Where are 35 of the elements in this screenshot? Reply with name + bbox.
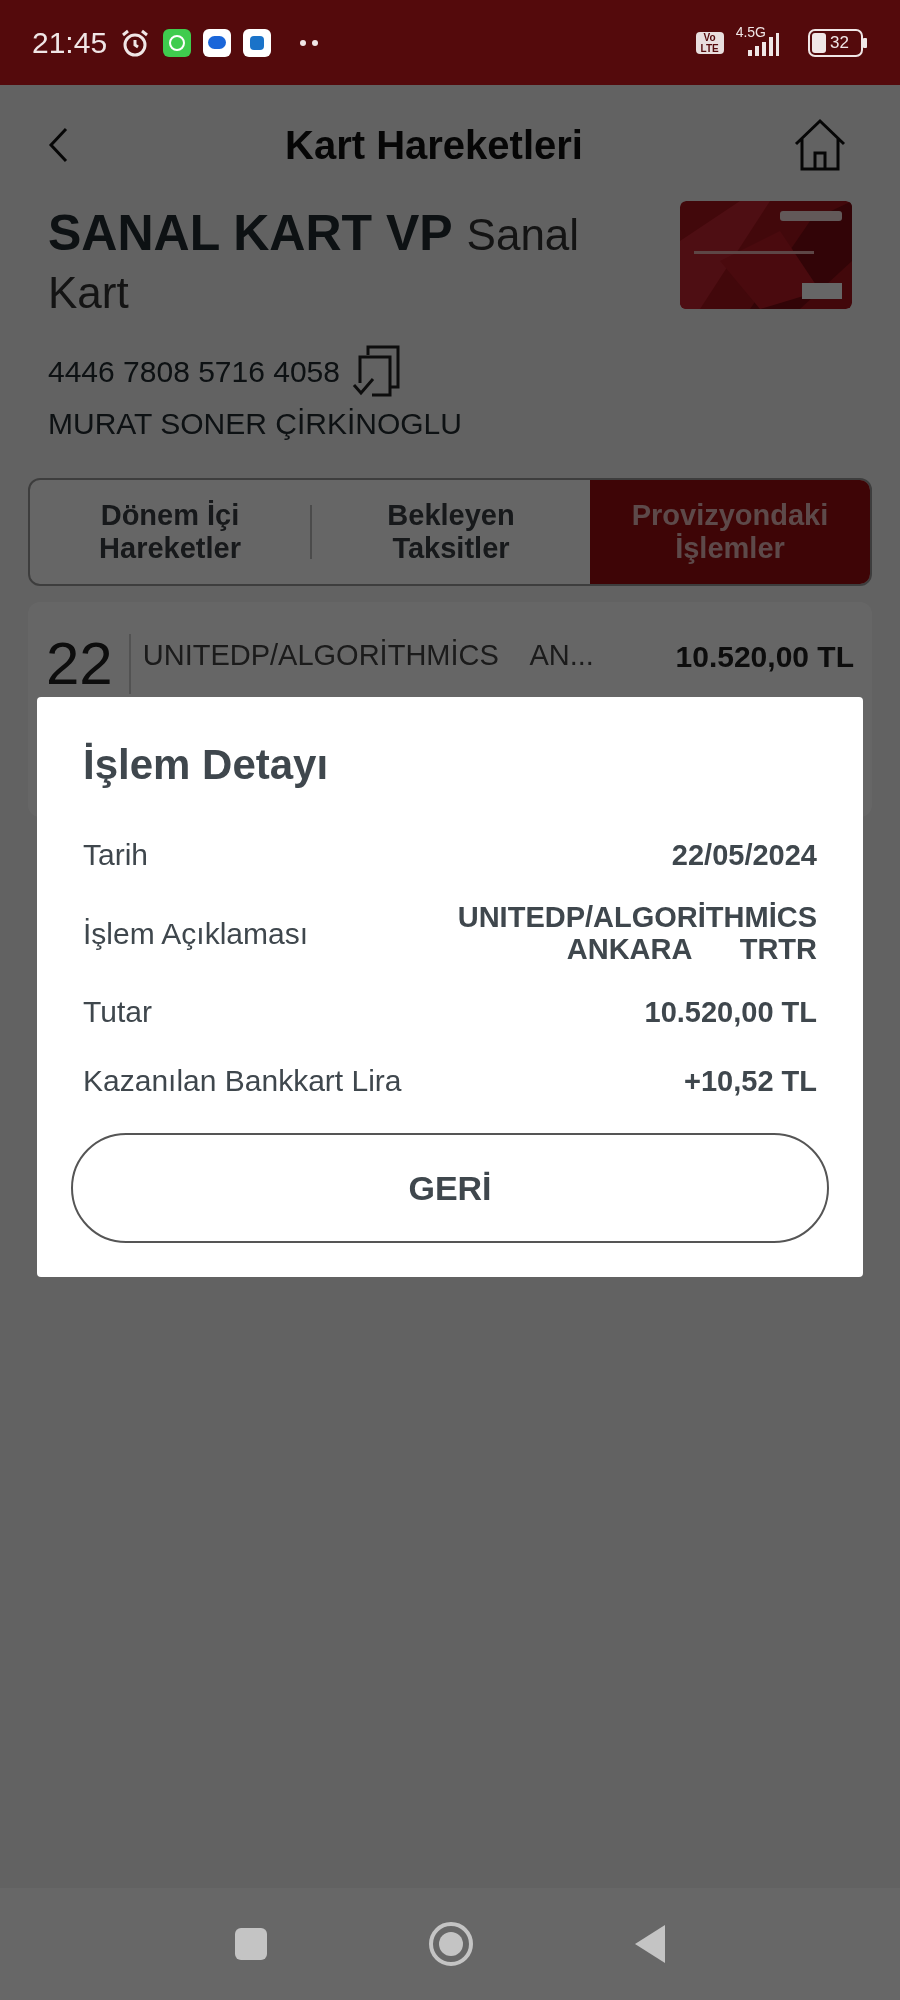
back-text-button[interactable]: GERİ [71, 1133, 829, 1243]
chat-app-icon [163, 28, 192, 57]
back-icon [48, 127, 68, 163]
tab[interactable]: Provizyondaki İşlemler [590, 480, 870, 584]
detail-value: 22/05/2024 [671, 838, 817, 871]
home-circle-icon[interactable] [428, 1921, 474, 1967]
battery-icon [808, 28, 868, 57]
tab[interactable]: Bekleyen Taksitler [312, 480, 590, 584]
page-title: Kart Hareketleri [284, 122, 584, 169]
mail-app-icon [243, 28, 272, 57]
transaction-day: 22 [46, 634, 131, 694]
volte-badge: Vo LTE [695, 31, 724, 54]
message-app-icon [203, 28, 232, 57]
more-icon [299, 38, 320, 47]
dialog-title: İşlem Detayı [83, 740, 330, 790]
home-icon [792, 117, 848, 173]
network-label: 4.5G [735, 23, 766, 42]
transaction-description: UNITEDP/ALGORİTHMİCS AN... [142, 638, 595, 673]
copy-icon [351, 345, 400, 397]
back-triangle-icon[interactable] [634, 1924, 666, 1964]
detail-value: +10,52 TL [684, 1064, 817, 1097]
detail-label: Tarih [83, 837, 149, 873]
tab[interactable]: Dönem İçi Hareketler [30, 480, 310, 584]
detail-label: Tutar [83, 994, 152, 1030]
transaction-amount: 10.520,00 TL [675, 639, 854, 675]
card-number: 4446 7808 5716 4058 [48, 353, 340, 390]
detail-label: Kazanılan Bankkart Lira [83, 1063, 402, 1099]
card-holder: MURAT SONER ÇİRKİNOGLU [48, 406, 463, 442]
battery-level: 32 [830, 31, 849, 54]
clock: 21:45 [32, 25, 108, 61]
detail-value: UNITEDP/ALGORİTHMİCS ANKARA TRTR [457, 901, 817, 965]
recents-icon[interactable] [234, 1927, 268, 1961]
card-title: SANAL KART VP Sanal Kart [48, 205, 581, 319]
detail-value: 10.520,00 TL [644, 995, 817, 1028]
detail-label: İşlem Açıklaması [83, 915, 309, 952]
